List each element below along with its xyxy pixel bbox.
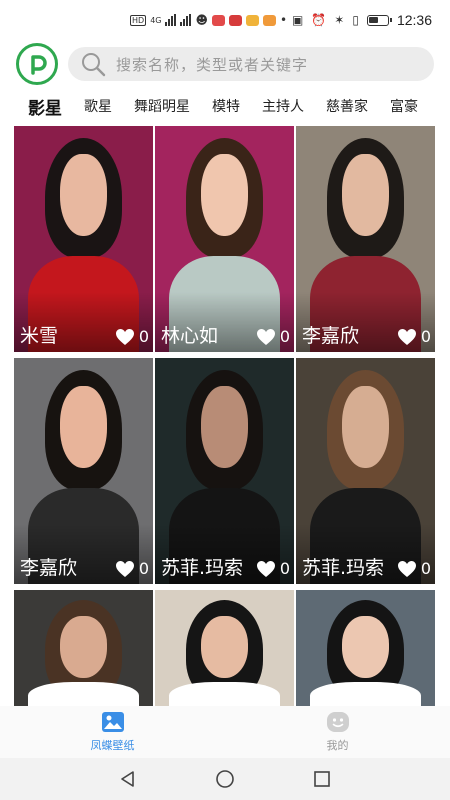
like-count: 0 xyxy=(138,327,149,346)
bluetooth-icon: ✶ xyxy=(334,13,345,27)
image-icon xyxy=(101,712,124,732)
wallpaper-photo xyxy=(155,590,294,706)
celebrity-name: 苏菲.玛索 xyxy=(161,557,243,579)
back-icon[interactable] xyxy=(118,769,138,789)
signal-icon xyxy=(165,14,177,26)
wallpaper-grid: 米雪 0 林心如 0 李嘉欣 0 李嘉欣 0 苏菲.玛索 0 苏菲.玛索 0 xyxy=(14,126,436,706)
heart-icon xyxy=(115,560,134,577)
like-button[interactable]: 0 xyxy=(397,327,431,346)
search-header: 搜索名称，类型或者关键字 xyxy=(0,42,450,86)
status-bar: HD 4G ☻ • ▣ ⏰ ✶ ▯ 12:36 xyxy=(0,0,450,40)
nfc-icon: ▣ xyxy=(291,13,304,27)
tab-4[interactable]: 主持人 xyxy=(262,96,304,116)
status-right: ▣ ⏰ ✶ ▯ 12:36 xyxy=(292,12,432,28)
message-icon xyxy=(263,14,276,26)
wallpaper-card[interactable]: 李嘉欣 0 xyxy=(14,358,153,584)
recent-apps-icon[interactable] xyxy=(312,769,332,789)
heart-icon xyxy=(397,560,416,577)
like-button[interactable]: 0 xyxy=(115,327,149,346)
logo-icon xyxy=(31,55,47,75)
celebrity-name: 李嘉欣 xyxy=(20,557,78,579)
nav-wallpaper[interactable]: 凤蝶壁纸 xyxy=(0,706,225,758)
heart-icon xyxy=(115,328,134,345)
hd-label: HD xyxy=(130,14,147,26)
clock: 12:36 xyxy=(396,12,432,28)
app-notify-2-icon xyxy=(229,14,242,26)
app-notify-icon xyxy=(212,14,225,26)
network-label: 4G xyxy=(150,15,162,25)
heart-icon xyxy=(256,328,275,345)
wallpaper-photo xyxy=(296,590,435,706)
like-count: 0 xyxy=(420,559,431,578)
tab-1[interactable]: 歌星 xyxy=(84,96,112,116)
wallpaper-card[interactable]: 米雪 0 xyxy=(14,126,153,352)
search-icon xyxy=(82,53,106,77)
app-logo[interactable] xyxy=(16,43,58,85)
nav-mine[interactable]: 我的 xyxy=(225,706,450,758)
more-icon: • xyxy=(280,13,288,27)
app-notify-3-icon xyxy=(246,14,259,26)
wallpaper-card[interactable] xyxy=(14,590,153,706)
system-nav-bar xyxy=(0,758,450,800)
like-count: 0 xyxy=(279,327,290,346)
like-button[interactable]: 0 xyxy=(397,559,431,578)
qq-icon: ☻ xyxy=(195,13,208,27)
wallpaper-photo xyxy=(14,590,153,706)
celebrity-name: 米雪 xyxy=(20,325,59,347)
smiley-icon xyxy=(326,712,349,732)
tab-0[interactable]: 影星 xyxy=(28,94,62,119)
vibrate-icon: ▯ xyxy=(352,13,359,27)
like-count: 0 xyxy=(420,327,431,346)
category-tabs: 影星 歌星 舞蹈明星 模特 主持人 慈善家 富豪 xyxy=(0,90,450,122)
celebrity-name: 苏菲.玛索 xyxy=(302,557,384,579)
wallpaper-card[interactable] xyxy=(296,590,435,706)
celebrity-name: 林心如 xyxy=(161,325,219,347)
heart-icon xyxy=(397,328,416,345)
wallpaper-card[interactable]: 李嘉欣 0 xyxy=(296,126,435,352)
nav-mine-label: 我的 xyxy=(326,739,349,752)
search-placeholder: 搜索名称，类型或者关键字 xyxy=(116,55,309,74)
wallpaper-card[interactable]: 苏菲.玛索 0 xyxy=(155,358,294,584)
tab-5[interactable]: 慈善家 xyxy=(326,96,368,116)
tab-2[interactable]: 舞蹈明星 xyxy=(134,96,190,116)
like-button[interactable]: 0 xyxy=(115,559,149,578)
wallpaper-card[interactable] xyxy=(155,590,294,706)
like-button[interactable]: 0 xyxy=(256,327,290,346)
status-left: HD 4G ☻ • xyxy=(130,13,287,27)
wallpaper-card[interactable]: 林心如 0 xyxy=(155,126,294,352)
bottom-nav: 凤蝶壁纸 我的 xyxy=(0,706,450,758)
alarm-icon: ⏰ xyxy=(311,13,327,27)
search-input[interactable]: 搜索名称，类型或者关键字 xyxy=(68,47,434,81)
nav-wallpaper-label: 凤蝶壁纸 xyxy=(90,739,135,752)
signal-2-icon xyxy=(180,14,192,26)
heart-icon xyxy=(256,560,275,577)
tab-6[interactable]: 富豪 xyxy=(390,96,418,116)
home-icon[interactable] xyxy=(214,768,236,790)
battery-icon xyxy=(366,14,392,26)
tab-3[interactable]: 模特 xyxy=(212,96,240,116)
wallpaper-card[interactable]: 苏菲.玛索 0 xyxy=(296,358,435,584)
like-count: 0 xyxy=(138,559,149,578)
like-count: 0 xyxy=(279,559,290,578)
like-button[interactable]: 0 xyxy=(256,559,290,578)
celebrity-name: 李嘉欣 xyxy=(302,325,360,347)
